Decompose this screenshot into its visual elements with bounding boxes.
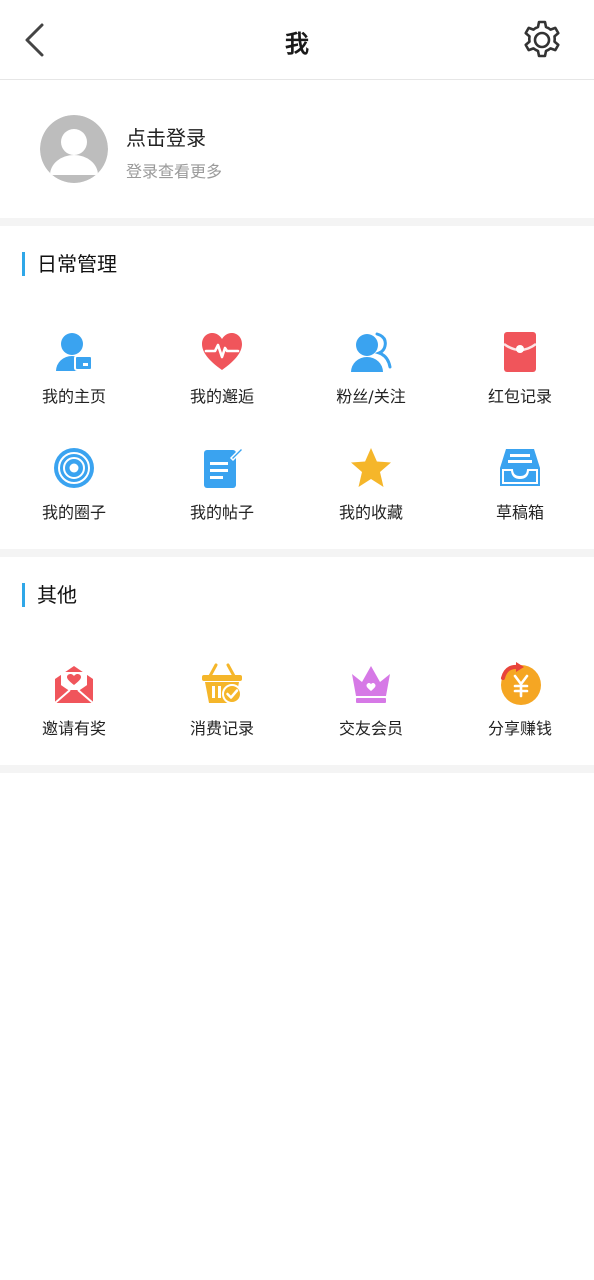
settings-button[interactable] [518, 16, 566, 64]
shopping-basket-icon [202, 663, 242, 704]
menu-item-fans-follow[interactable]: 粉丝/关注 [297, 330, 445, 430]
default-avatar-icon [40, 115, 108, 183]
menu-item-label: 粉丝/关注 [336, 387, 406, 406]
menu-item-label: 我的邂逅 [189, 387, 254, 406]
avatar[interactable] [40, 115, 108, 183]
heartbeat-icon [202, 333, 242, 370]
user-card-icon [56, 333, 93, 371]
menu-item-invite-rewards[interactable]: 邀请有奖 [0, 662, 148, 762]
users-icon [351, 332, 392, 372]
menu-item-label: 消费记录 [189, 719, 254, 738]
menu-item-label: 我的圈子 [41, 503, 106, 522]
menu-item-label: 邀请有奖 [41, 719, 106, 738]
menu-item-label: 红包记录 [487, 387, 552, 406]
section-divider [0, 549, 594, 557]
profile-login-card[interactable]: 点击登录 登录查看更多 [0, 80, 594, 218]
menu-item-my-posts[interactable]: 我的帖子 [148, 446, 296, 546]
login-prompt[interactable]: 点击登录 [126, 122, 206, 151]
menu-item-label: 我的帖子 [189, 503, 254, 522]
menu-item-my-homepage[interactable]: 我的主页 [0, 330, 148, 430]
menu-item-label: 分享赚钱 [487, 719, 552, 738]
section-divider [0, 765, 594, 773]
menu-item-vip-membership[interactable]: 交友会员 [297, 662, 445, 762]
menu-item-share-earn[interactable]: 分享赚钱 [446, 662, 594, 762]
menu-item-my-encounters[interactable]: 我的邂逅 [148, 330, 296, 430]
menu-item-my-circles[interactable]: 我的圈子 [0, 446, 148, 546]
page-title: 我 [285, 30, 309, 58]
crown-icon [352, 666, 390, 703]
menu-item-label: 我的主页 [41, 387, 106, 406]
inbox-tray-icon [500, 449, 540, 486]
invite-envelope-icon [54, 666, 94, 704]
menu-item-drafts[interactable]: 草稿箱 [446, 446, 594, 546]
yuan-coin-share-icon [501, 662, 541, 705]
star-icon [351, 448, 391, 487]
circle-target-icon [54, 448, 94, 488]
menu-item-spending-records[interactable]: 消费记录 [148, 662, 296, 762]
gear-icon [524, 20, 560, 58]
menu-item-my-favorites[interactable]: 我的收藏 [297, 446, 445, 546]
section-title-other: 其他 [22, 583, 77, 607]
menu-item-label: 交友会员 [338, 719, 403, 738]
menu-item-label: 草稿箱 [495, 503, 544, 522]
menu-item-label: 我的收藏 [338, 503, 403, 522]
section-title-daily: 日常管理 [22, 252, 117, 276]
section-divider [0, 218, 594, 226]
top-bar: 我 [0, 0, 594, 80]
red-envelope-icon [503, 332, 537, 372]
login-subtitle: 登录查看更多 [126, 162, 223, 181]
edit-document-icon [204, 446, 244, 488]
menu-item-red-envelope-records[interactable]: 红包记录 [446, 330, 594, 430]
